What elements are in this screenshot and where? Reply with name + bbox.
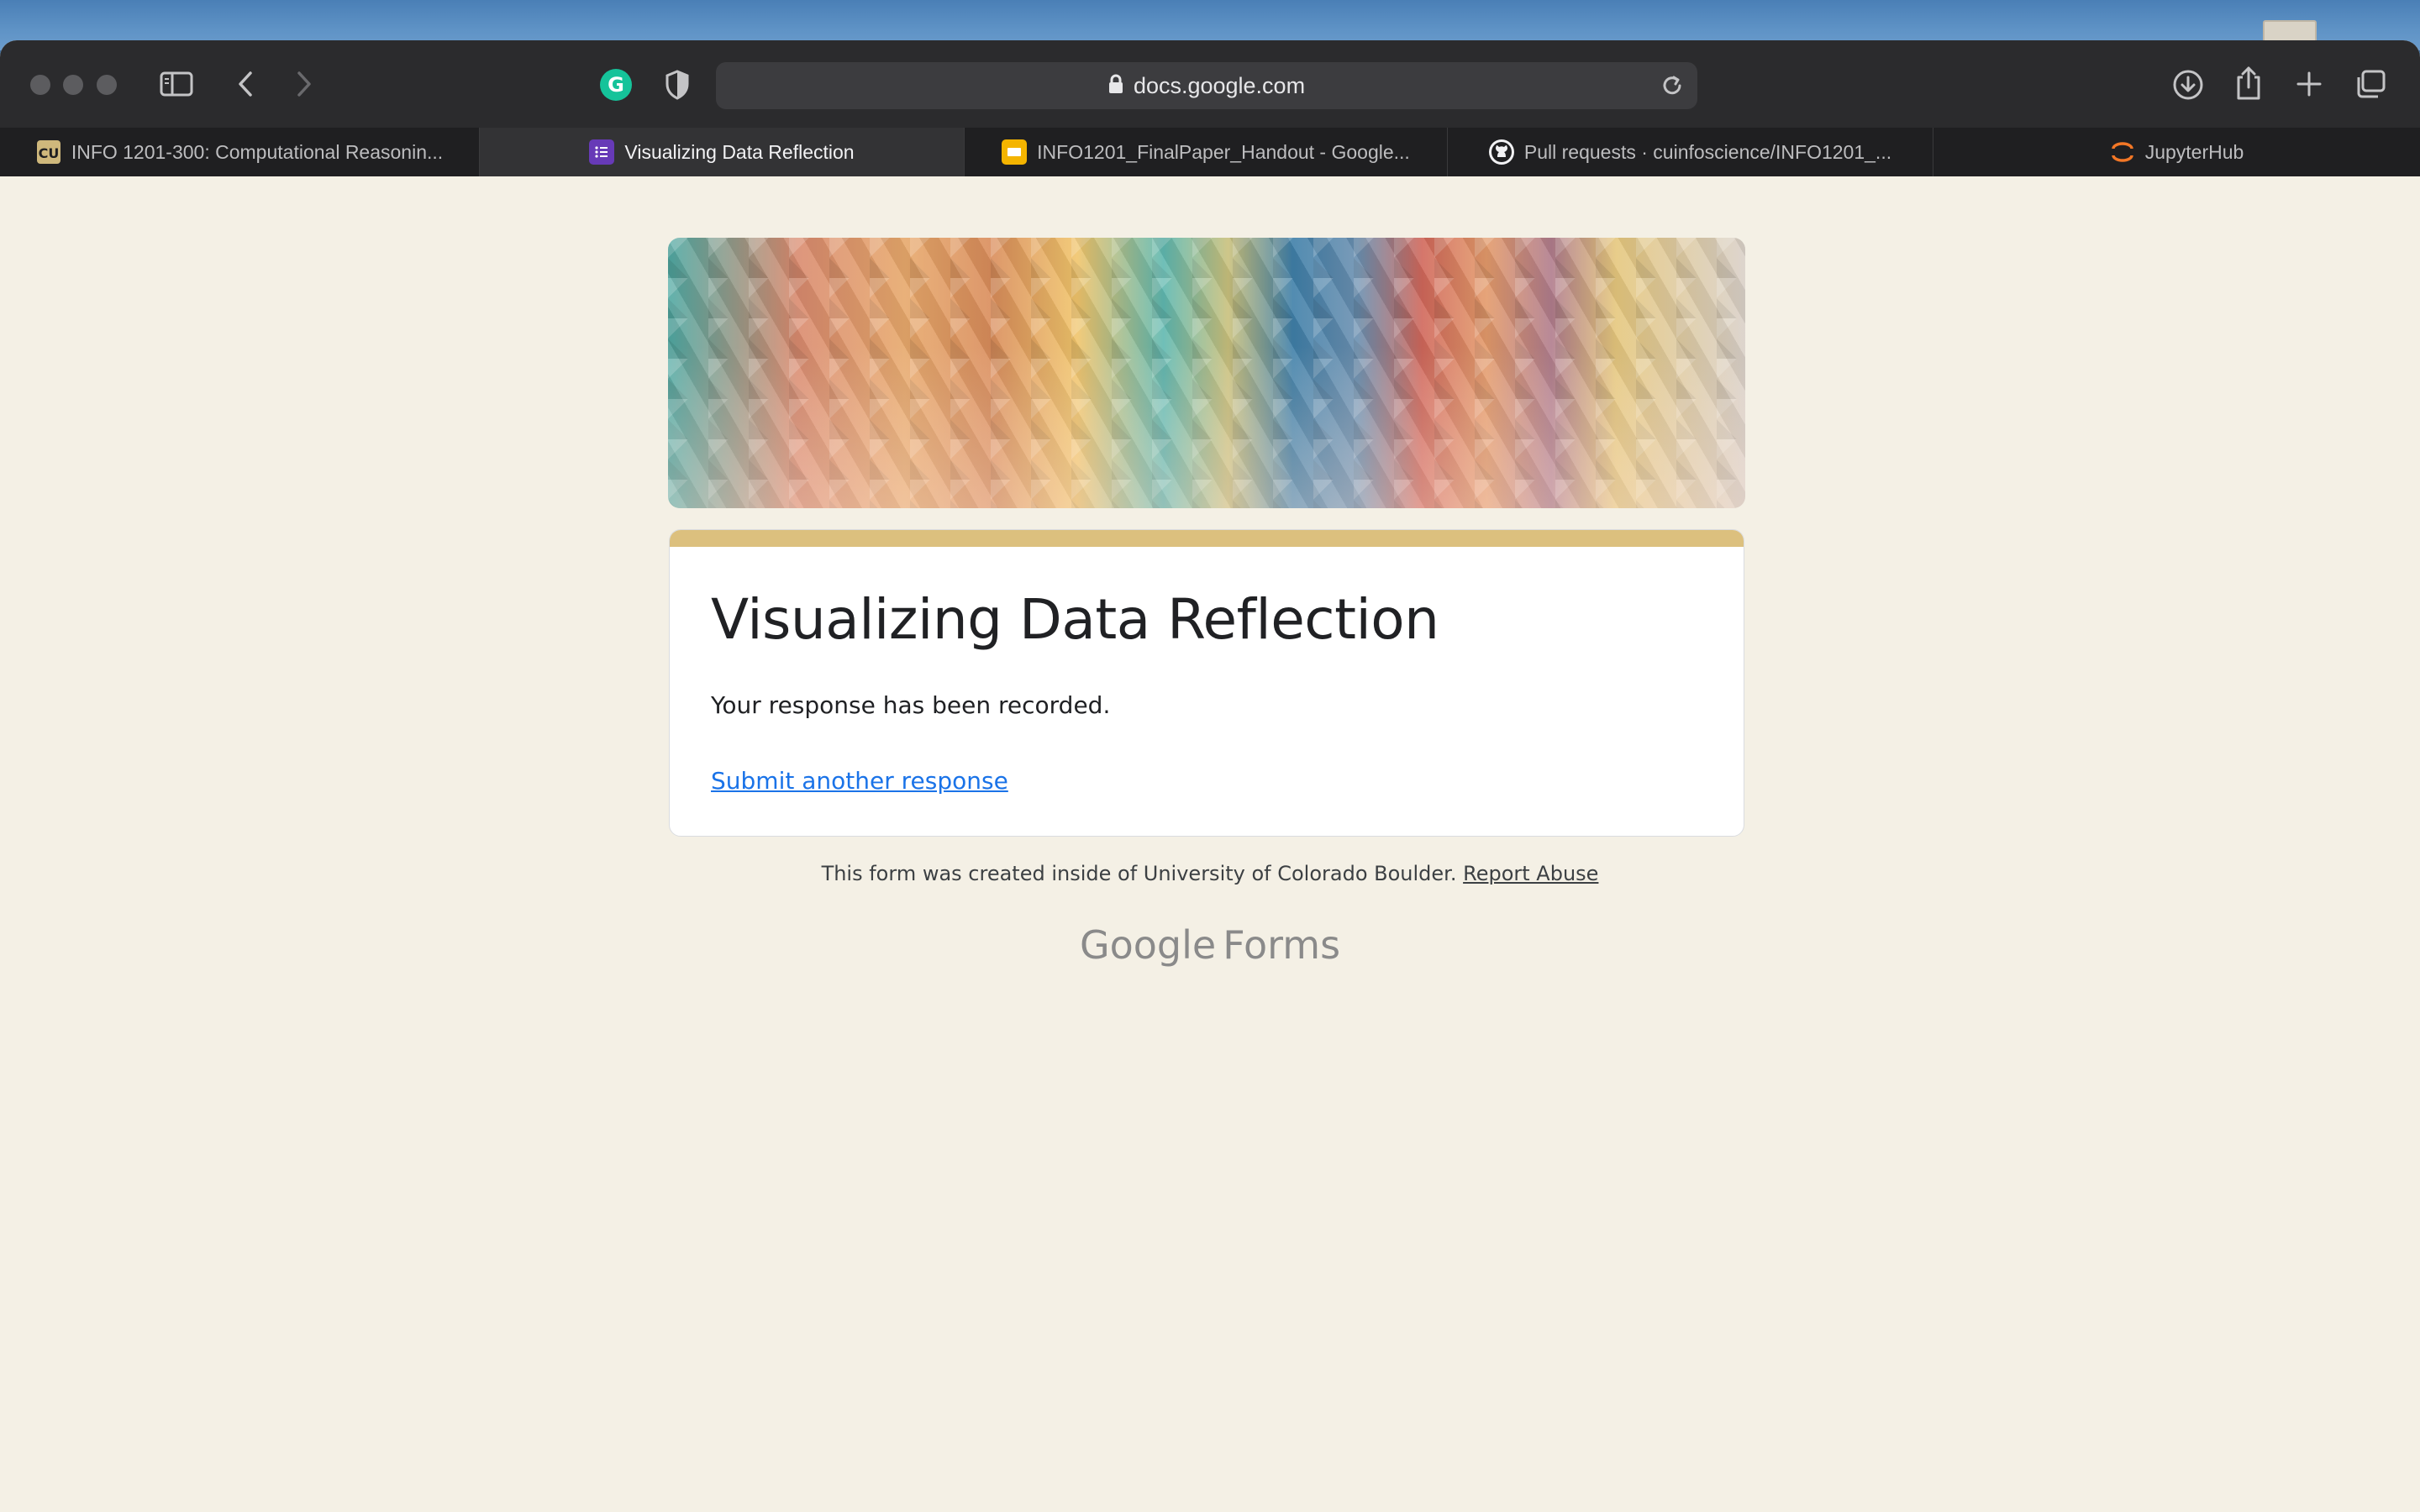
minimize-window-button[interactable] — [63, 75, 83, 95]
github-icon — [1488, 139, 1514, 165]
tab-bar: CU INFO 1201-300: Computational Reasonin… — [0, 128, 2420, 177]
lock-icon — [1108, 74, 1123, 98]
footer-notice-text: This form was created inside of Universi… — [821, 862, 1457, 885]
tab-pull-requests[interactable]: Pull requests · cuinfoscience/INFO1201_.… — [1448, 128, 1933, 176]
forward-arrow-icon[interactable] — [291, 67, 318, 101]
downloads-icon[interactable] — [2170, 67, 2207, 102]
submit-another-response-link[interactable]: Submit another response — [711, 767, 1008, 795]
confirmation-card: Visualizing Data Reflection Your respons… — [669, 529, 1744, 837]
tab-final-paper[interactable]: INFO1201_FinalPaper_Handout - Google... — [965, 128, 1448, 176]
svg-text:G: G — [608, 73, 624, 97]
tab-label: JupyterHub — [2144, 140, 2244, 163]
close-window-button[interactable] — [30, 75, 50, 95]
page-content: Visualizing Data Reflection Your respons… — [0, 176, 2420, 1512]
google-forms-icon — [589, 139, 615, 165]
reload-icon[interactable] — [1660, 74, 1684, 102]
form-title: Visualizing Data Reflection — [711, 587, 1439, 652]
sidebar-toggle-icon[interactable] — [158, 67, 195, 101]
address-bar[interactable]: docs.google.com — [716, 62, 1697, 109]
form-footer-notice: This form was created inside of Universi… — [0, 862, 2420, 885]
brand-forms: Forms — [1223, 922, 1341, 968]
tab-label: Visualizing Data Reflection — [624, 140, 855, 163]
tab-info-1201[interactable]: CU INFO 1201-300: Computational Reasonin… — [0, 128, 480, 176]
address-text: docs.google.com — [1133, 72, 1306, 98]
privacy-shield-icon[interactable] — [662, 67, 692, 102]
report-abuse-link[interactable]: Report Abuse — [1463, 862, 1598, 885]
jupyter-icon — [2110, 139, 2135, 165]
tab-label: INFO 1201-300: Computational Reasonin... — [71, 140, 444, 163]
google-forms-logo[interactable]: Google Forms — [0, 922, 2420, 968]
back-arrow-icon[interactable] — [232, 67, 259, 101]
zoom-window-button[interactable] — [97, 75, 117, 95]
browser-toolbar: G docs.google.com — [0, 40, 2420, 129]
tab-visualizing-data[interactable]: Visualizing Data Reflection — [480, 128, 965, 176]
browser-window: G docs.google.com CU INFO 1201-300: Comp… — [0, 40, 2420, 1512]
svg-text:CU: CU — [38, 145, 59, 161]
tab-overview-icon[interactable] — [2353, 67, 2388, 101]
brand-google: Google — [1079, 922, 1217, 968]
new-tab-icon[interactable] — [2292, 67, 2326, 101]
confirmation-message: Your response has been recorded. — [711, 691, 1111, 719]
tab-label: INFO1201_FinalPaper_Handout - Google... — [1037, 140, 1410, 163]
google-slides-icon — [1002, 139, 1028, 165]
grammarly-extension-icon[interactable]: G — [598, 67, 634, 102]
share-icon[interactable] — [2232, 64, 2265, 102]
tab-label: Pull requests · cuinfoscience/INFO1201_.… — [1523, 140, 1892, 163]
tab-jupyterhub[interactable]: JupyterHub — [1933, 128, 2420, 176]
cu-boulder-icon: CU — [36, 139, 61, 165]
form-header-image — [668, 238, 1745, 508]
card-accent-bar — [670, 530, 1744, 547]
